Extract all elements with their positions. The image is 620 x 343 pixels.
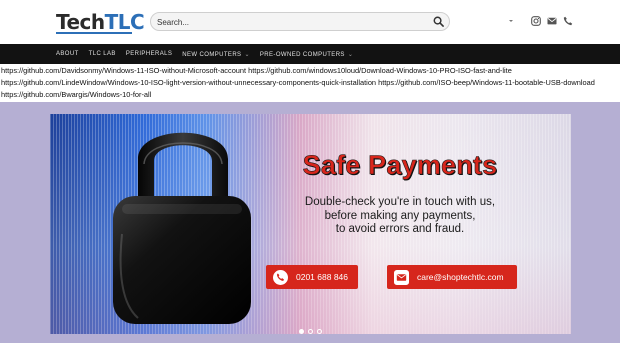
chevron-down-icon: ⌄ xyxy=(244,51,250,58)
chevron-down-icon[interactable] xyxy=(509,19,513,23)
email-button[interactable]: care@shoptechtlc.com xyxy=(387,265,517,289)
banner-headline: Safe Payments xyxy=(302,150,498,181)
nav-item-peripherals[interactable]: PERIPHERALS xyxy=(126,51,172,57)
hero-slider: Safe Payments Double-check you're in tou… xyxy=(0,102,620,343)
nav-item-label: NEW COMPUTERS xyxy=(182,51,242,58)
logo-underline xyxy=(56,32,132,34)
banner-subtext-line: Double-check you're in touch with us, xyxy=(304,196,496,208)
safe-payments-banner[interactable]: Safe Payments Double-check you're in tou… xyxy=(50,114,571,334)
banner-subtext-line: before making any payments, xyxy=(324,209,476,222)
phone-number: 0201 688 846 xyxy=(296,272,348,282)
nav-item-tlc-lab[interactable]: TLC LAB xyxy=(89,51,116,57)
banner-subtext-line: to avoid errors and fraud. xyxy=(335,223,465,235)
nav-item-label: PRE-OWNED COMPUTERS xyxy=(259,51,345,58)
phone-icon xyxy=(273,269,288,285)
nav-item-about[interactable]: ABOUT xyxy=(56,51,79,57)
search-input[interactable] xyxy=(157,15,427,29)
github-links-text: https://github.com/Davidsonmy/Windows-11… xyxy=(0,64,620,101)
call-button[interactable]: 0201 688 846 xyxy=(266,265,358,289)
phone-icon[interactable] xyxy=(563,16,573,26)
slider-dot[interactable] xyxy=(316,329,322,334)
logo-text-tlc: TLC xyxy=(104,10,145,34)
nav-item-label: PERIPHERALS xyxy=(125,51,173,57)
email-address: care@shoptechtlc.com xyxy=(417,272,504,282)
nav-item-pre-owned-computers[interactable]: PRE-OWNED COMPUTERS ⌄ xyxy=(260,51,353,58)
instagram-icon[interactable] xyxy=(531,16,541,26)
mail-icon xyxy=(394,269,409,285)
search-box[interactable] xyxy=(150,12,450,31)
slider-dot[interactable] xyxy=(298,329,304,334)
banner-subtext: Double-check you're in touch with us, be… xyxy=(280,196,520,237)
slider-dot[interactable] xyxy=(307,329,313,334)
mail-icon[interactable] xyxy=(547,16,557,26)
chevron-down-icon: ⌄ xyxy=(347,51,354,58)
nav-item-label: TLC LAB xyxy=(88,51,116,57)
logo-text-tech: Tech xyxy=(56,10,105,34)
header-icons xyxy=(509,15,573,27)
nav-item-new-computers[interactable]: NEW COMPUTERS ⌄ xyxy=(182,51,250,58)
main-nav: ABOUT TLC LAB PERIPHERALS NEW COMPUTERS ⌄… xyxy=(0,44,620,64)
techtlc-logo[interactable]: TechTLC xyxy=(56,10,145,34)
nav-item-label: ABOUT xyxy=(56,51,79,57)
search-icon[interactable] xyxy=(433,16,444,27)
site-header: TechTLC xyxy=(0,0,620,44)
padlock-image xyxy=(113,132,251,324)
slider-pagination xyxy=(290,329,330,334)
